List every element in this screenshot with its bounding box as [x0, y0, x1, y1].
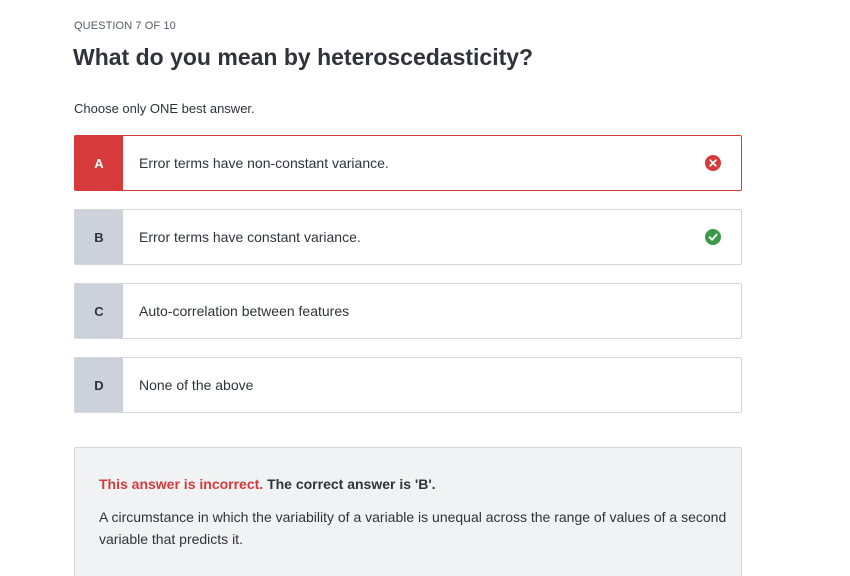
- option-a[interactable]: A Error terms have non-constant variance…: [74, 135, 742, 191]
- option-text: Error terms have non-constant variance.: [139, 155, 389, 171]
- option-text: Auto-correlation between features: [139, 303, 350, 319]
- answer-feedback: This answer is incorrect. The correct an…: [74, 447, 742, 576]
- option-text: Error terms have constant variance.: [139, 229, 361, 245]
- question-title: What do you mean by heteroscedasticity?: [73, 44, 534, 70]
- option-b[interactable]: B Error terms have constant variance.: [74, 209, 742, 265]
- option-letter: B: [75, 210, 123, 264]
- x-circle-icon: [705, 155, 721, 171]
- correct-answer-text: The correct answer is 'B'.: [267, 476, 436, 492]
- question-counter: QUESTION 7 OF 10: [74, 20, 176, 32]
- incorrect-verdict: This answer is incorrect.: [99, 476, 264, 492]
- option-text: None of the above: [139, 377, 254, 393]
- answer-instruction: Choose only ONE best answer.: [74, 101, 255, 116]
- option-letter: A: [75, 136, 123, 190]
- quiz-page: QUESTION 7 OF 10 What do you mean by het…: [0, 0, 850, 576]
- answer-options: A Error terms have non-constant variance…: [74, 135, 742, 431]
- option-letter: D: [75, 358, 123, 412]
- check-circle-icon: [705, 229, 721, 245]
- feedback-summary: This answer is incorrect. The correct an…: [99, 476, 717, 492]
- option-d[interactable]: D None of the above: [74, 357, 742, 413]
- option-letter: C: [75, 284, 123, 338]
- feedback-explanation: A circumstance in which the variability …: [99, 509, 727, 547]
- option-c[interactable]: C Auto-correlation between features: [74, 283, 742, 339]
